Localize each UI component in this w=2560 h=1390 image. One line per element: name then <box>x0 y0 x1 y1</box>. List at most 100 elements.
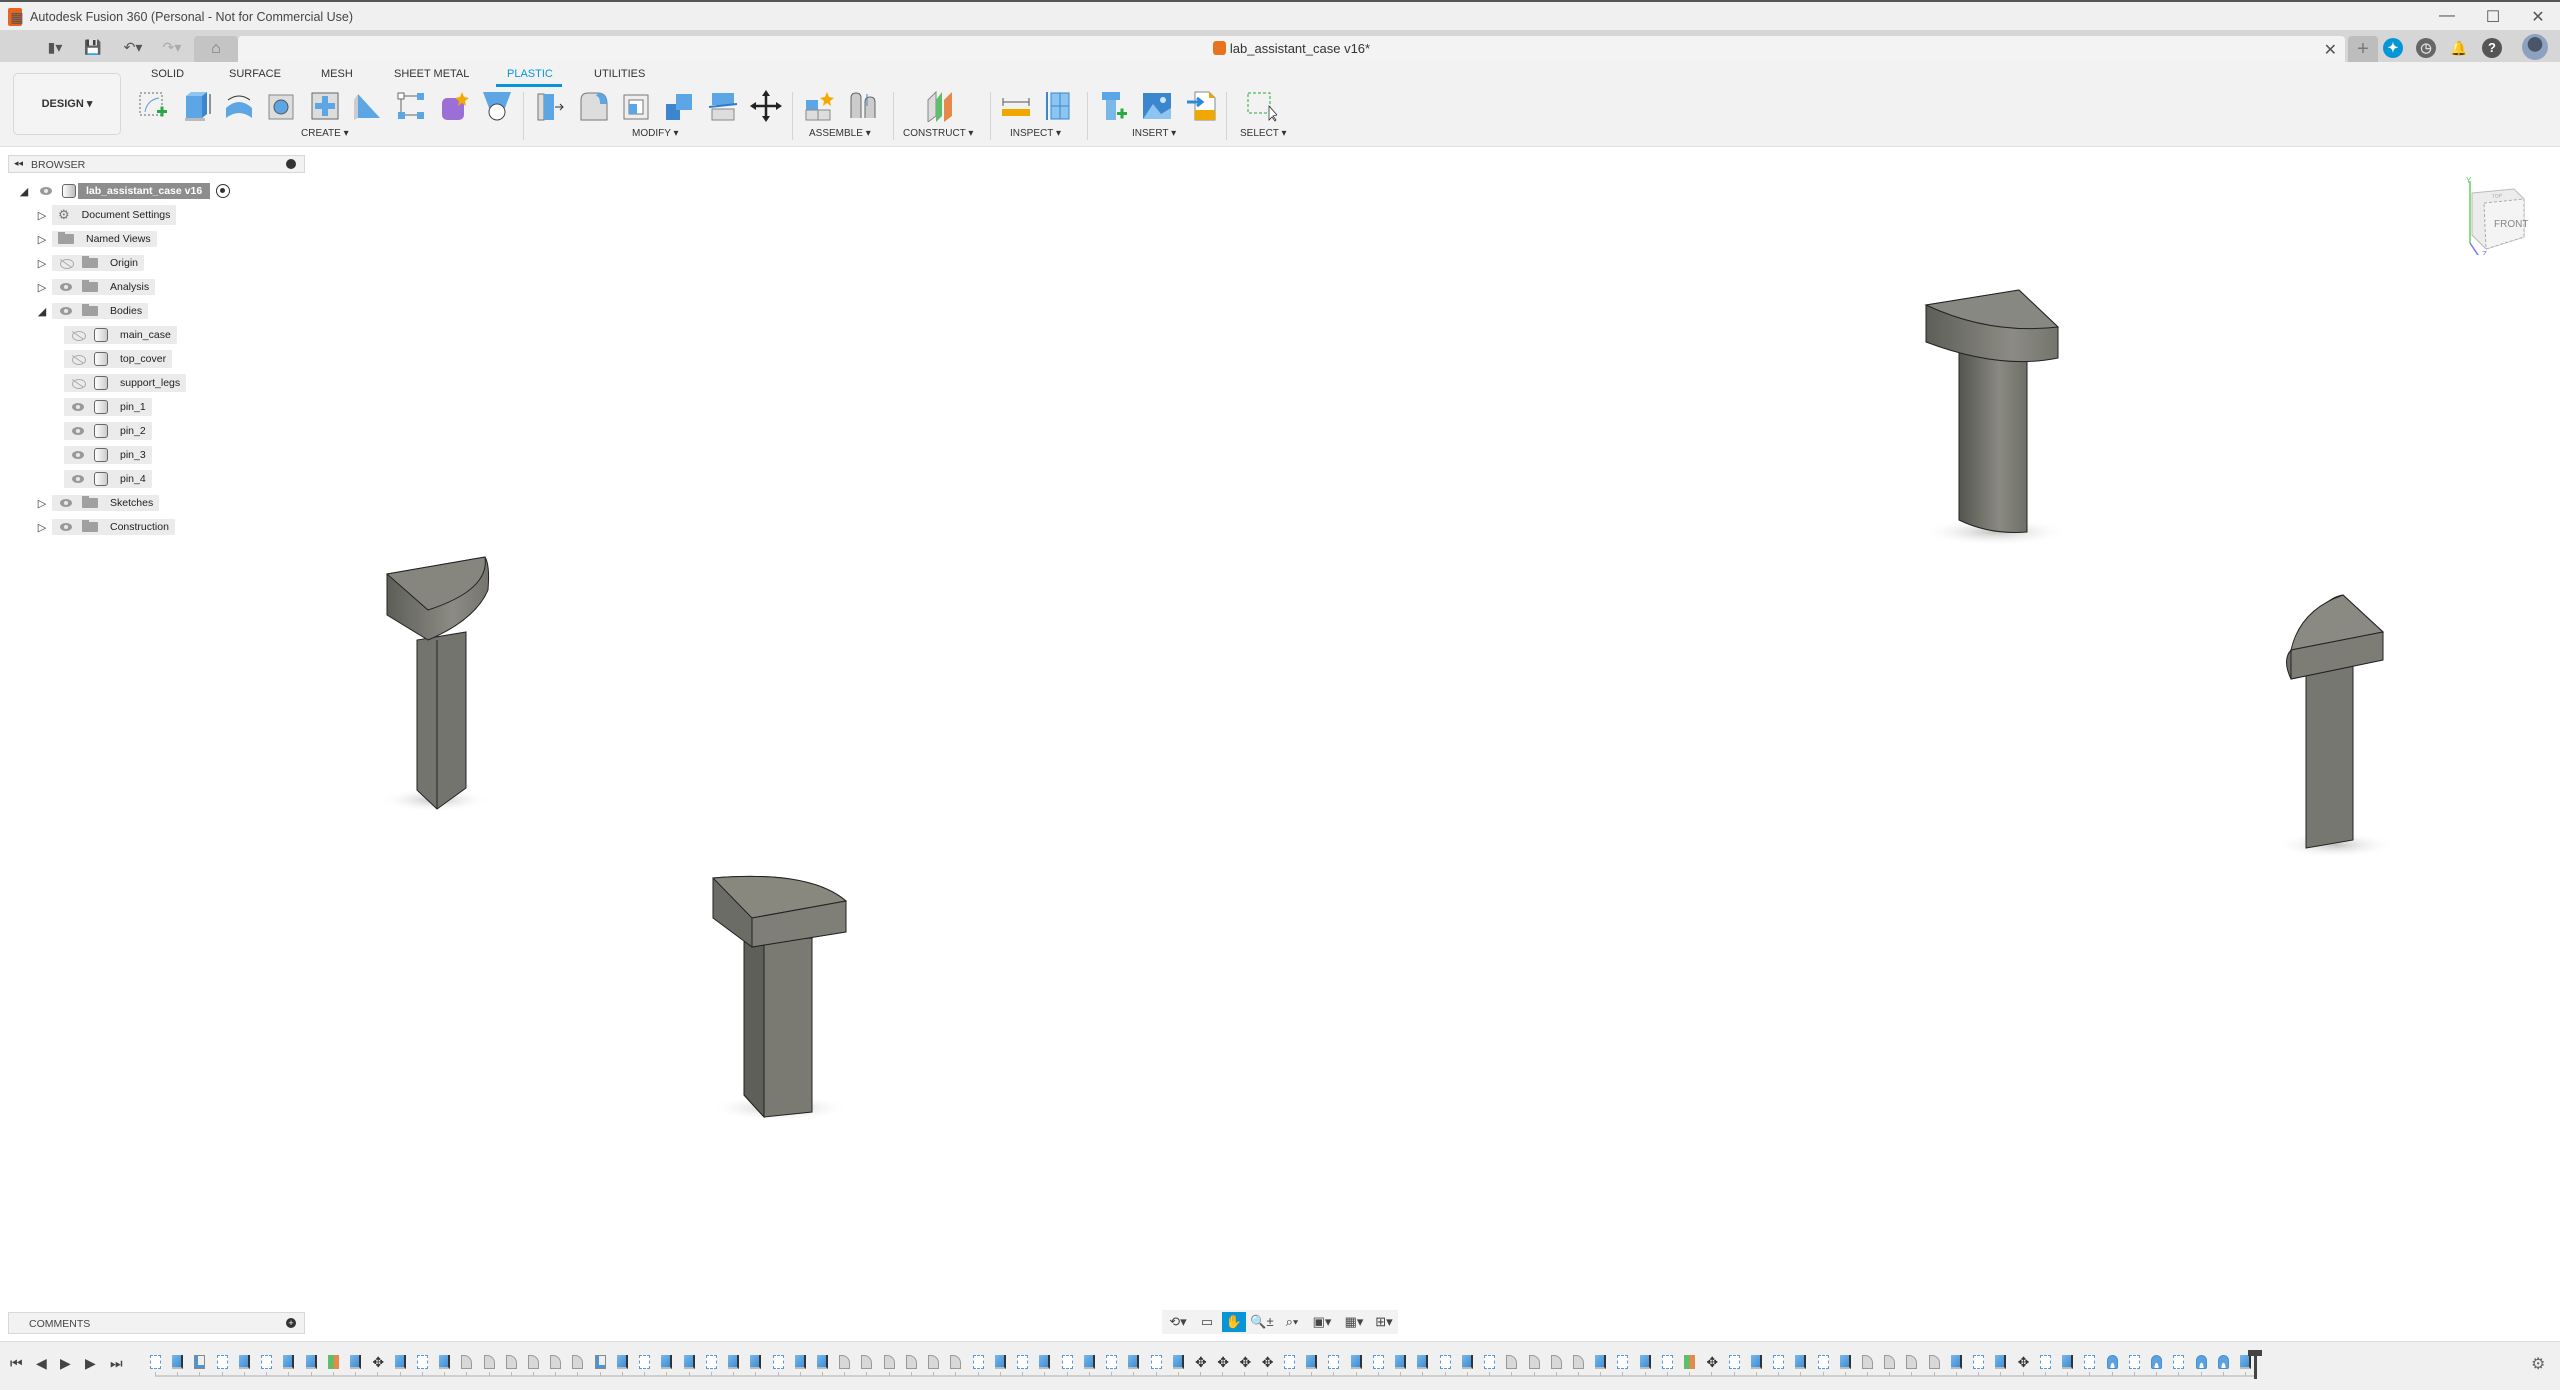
timeline-extrude-icon[interactable] <box>1839 1355 1851 1369</box>
timeline-shell-icon[interactable] <box>594 1355 606 1369</box>
timeline-fillet-icon[interactable] <box>505 1355 517 1369</box>
timeline-next-button[interactable]: ▶ <box>85 1355 96 1372</box>
fit-button[interactable]: ⌕▾ <box>1278 1312 1306 1332</box>
timeline-fillet-icon[interactable] <box>1572 1355 1584 1369</box>
timeline-extrude-icon[interactable] <box>794 1355 806 1369</box>
timeline-extrude-icon[interactable] <box>728 1355 740 1369</box>
timeline-play-button[interactable]: ▶ <box>60 1355 71 1372</box>
timeline-sketch-icon[interactable] <box>1484 1355 1496 1369</box>
pin-body-right[interactable] <box>2275 594 2395 858</box>
timeline-extrude-icon[interactable] <box>1639 1355 1651 1369</box>
timeline-sketch-icon[interactable] <box>1283 1355 1295 1369</box>
timeline-split-icon[interactable] <box>350 1355 362 1369</box>
timeline-extrude-icon[interactable] <box>283 1355 295 1369</box>
timeline-sketch-icon[interactable] <box>216 1355 228 1369</box>
timeline-sketch-icon[interactable] <box>1973 1355 1985 1369</box>
timeline-extrude-icon[interactable] <box>1595 1355 1607 1369</box>
timeline-extrude-icon[interactable] <box>616 1355 628 1369</box>
timeline-fillet-icon[interactable] <box>483 1355 495 1369</box>
orbit-button[interactable]: ⟲▾ <box>1164 1312 1192 1332</box>
timeline-fillet-icon[interactable] <box>1928 1355 1940 1369</box>
timeline-fillet-icon[interactable] <box>883 1355 895 1369</box>
timeline-extrude-icon[interactable] <box>1750 1355 1762 1369</box>
timeline-revolve-icon[interactable] <box>2151 1355 2163 1369</box>
viewport-canvas[interactable] <box>0 0 2560 1390</box>
timeline-settings-icon[interactable]: ⚙ <box>2531 1354 2545 1374</box>
timeline-sketch-icon[interactable] <box>772 1355 784 1369</box>
timeline-sketch-icon[interactable] <box>1372 1355 1384 1369</box>
timeline-extrude-icon[interactable] <box>1128 1355 1140 1369</box>
display-settings-button[interactable]: ▣▾ <box>1308 1312 1336 1332</box>
timeline-extrude-icon[interactable] <box>2062 1355 2074 1369</box>
timeline-shell-icon[interactable] <box>194 1355 206 1369</box>
timeline-sketch-icon[interactable] <box>972 1355 984 1369</box>
timeline-sketch-icon[interactable] <box>1661 1355 1673 1369</box>
timeline-fillet-icon[interactable] <box>905 1355 917 1369</box>
pin-body-left[interactable] <box>380 556 490 812</box>
timeline-marker[interactable] <box>2254 1351 2257 1379</box>
zoom-button[interactable]: 🔍± <box>1250 1312 1274 1332</box>
timeline-sketch-icon[interactable] <box>150 1355 161 1369</box>
timeline-move-icon[interactable]: ✥ <box>1262 1355 1274 1369</box>
timeline-extrude-icon[interactable] <box>1950 1355 1962 1369</box>
timeline-move-icon[interactable]: ✥ <box>1706 1355 1718 1369</box>
timeline-sketch-icon[interactable] <box>2084 1355 2096 1369</box>
timeline-previous-button[interactable]: ◀ <box>36 1355 47 1372</box>
timeline-sketch-icon[interactable] <box>1061 1355 1073 1369</box>
view-cube[interactable]: Y FRONT TOP Z <box>2462 175 2532 255</box>
timeline-extrude-icon[interactable] <box>394 1355 406 1369</box>
timeline-fillet-icon[interactable] <box>1528 1355 1540 1369</box>
timeline-extrude-icon[interactable] <box>1083 1355 1095 1369</box>
timeline-move-icon[interactable]: ✥ <box>2018 1355 2030 1369</box>
timeline-extrude-icon[interactable] <box>1039 1355 1051 1369</box>
timeline-extrude-icon[interactable] <box>439 1355 451 1369</box>
timeline-sketch-icon[interactable] <box>1817 1355 1829 1369</box>
top-face-label[interactable]: TOP <box>2492 193 2503 200</box>
timeline-sketch-icon[interactable] <box>1617 1355 1629 1369</box>
timeline-move-icon[interactable]: ✥ <box>1239 1355 1251 1369</box>
timeline-sketch-icon[interactable] <box>1106 1355 1118 1369</box>
pin-body-bottom[interactable] <box>710 875 850 1121</box>
timeline-extrude-icon[interactable] <box>661 1355 673 1369</box>
timeline-sketch-icon[interactable] <box>416 1355 428 1369</box>
timeline-extrude-icon[interactable] <box>1461 1355 1473 1369</box>
timeline-extrude-icon[interactable] <box>1417 1355 1429 1369</box>
timeline-move-icon[interactable]: ✥ <box>1217 1355 1229 1369</box>
timeline-extrude-icon[interactable] <box>1350 1355 1362 1369</box>
timeline-extrude-icon[interactable] <box>305 1355 317 1369</box>
timeline-extrude-icon[interactable] <box>817 1355 829 1369</box>
pin-body-top-right[interactable] <box>1920 289 2070 546</box>
timeline-extrude-icon[interactable] <box>2240 1355 2251 1369</box>
timeline-sketch-icon[interactable] <box>2039 1355 2051 1369</box>
timeline-extrude-icon[interactable] <box>1995 1355 2007 1369</box>
timeline-sketch-icon[interactable] <box>1728 1355 1740 1369</box>
timeline-plane-icon[interactable] <box>1684 1355 1696 1369</box>
timeline-sketch-icon[interactable] <box>1017 1355 1029 1369</box>
timeline-extrude-icon[interactable] <box>1172 1355 1184 1369</box>
front-face-label[interactable]: FRONT <box>2494 219 2528 230</box>
timeline-move-icon[interactable]: ✥ <box>372 1355 384 1369</box>
timeline-sketch-icon[interactable] <box>2128 1355 2140 1369</box>
viewports-button[interactable]: ⊞▾ <box>1370 1312 1398 1332</box>
timeline-move-icon[interactable]: ✥ <box>1195 1355 1207 1369</box>
timeline-sketch-icon[interactable] <box>1150 1355 1162 1369</box>
timeline-fillet-icon[interactable] <box>1550 1355 1562 1369</box>
timeline-sketch-icon[interactable] <box>1328 1355 1340 1369</box>
timeline-revolve-icon[interactable] <box>2195 1355 2207 1369</box>
timeline-last-button[interactable]: ⏭ <box>110 1355 123 1372</box>
timeline-fillet-icon[interactable] <box>527 1355 539 1369</box>
timeline-sketch-icon[interactable] <box>2173 1355 2185 1369</box>
timeline-sketch-icon[interactable] <box>705 1355 717 1369</box>
comments-panel[interactable]: COMMENTS + <box>8 1312 305 1334</box>
timeline-revolve-icon[interactable] <box>2106 1355 2118 1369</box>
timeline-extrude-icon[interactable] <box>1306 1355 1318 1369</box>
timeline-revolve-icon[interactable] <box>2217 1355 2229 1369</box>
timeline-sketch-icon[interactable] <box>1773 1355 1785 1369</box>
look-at-button[interactable]: ▭ <box>1196 1312 1218 1332</box>
timeline-plane-icon[interactable] <box>327 1355 339 1369</box>
timeline-sketch-icon[interactable] <box>261 1355 273 1369</box>
timeline-extrude-icon[interactable] <box>1795 1355 1807 1369</box>
timeline-extrude-icon[interactable] <box>994 1355 1006 1369</box>
timeline-sketch-icon[interactable] <box>1439 1355 1451 1369</box>
grid-settings-button[interactable]: ▦▾ <box>1340 1312 1368 1332</box>
